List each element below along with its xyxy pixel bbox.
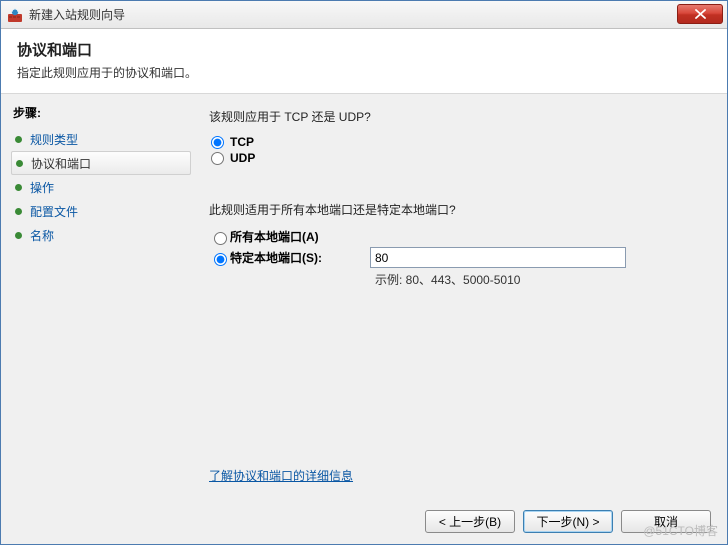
- step-rule-type[interactable]: 规则类型: [11, 127, 191, 151]
- steps-sidebar: 步骤: 规则类型 协议和端口 操作 配置文件 名称: [1, 94, 191, 498]
- radio-specific-ports-row: 特定本地端口(S):: [209, 247, 709, 268]
- radio-all-ports[interactable]: [214, 232, 227, 245]
- radio-tcp-label[interactable]: TCP: [230, 135, 254, 149]
- next-button[interactable]: 下一步(N) >: [523, 510, 613, 533]
- protocol-question: 该规则应用于 TCP 还是 UDP?: [209, 108, 709, 125]
- bullet-icon: [16, 160, 23, 167]
- page-title: 协议和端口: [17, 39, 711, 60]
- bullet-icon: [15, 136, 22, 143]
- radio-udp-label[interactable]: UDP: [230, 151, 255, 165]
- step-profile[interactable]: 配置文件: [11, 199, 191, 223]
- step-label: 规则类型: [30, 131, 78, 148]
- learn-more-link[interactable]: 了解协议和端口的详细信息: [209, 467, 353, 484]
- radio-specific-ports[interactable]: [214, 253, 227, 266]
- step-label: 配置文件: [30, 203, 78, 220]
- cancel-button[interactable]: 取消: [621, 510, 711, 533]
- step-label: 名称: [30, 227, 54, 244]
- radio-udp[interactable]: [211, 152, 224, 165]
- bullet-icon: [15, 208, 22, 215]
- back-button[interactable]: < 上一步(B): [425, 510, 515, 533]
- body: 步骤: 规则类型 协议和端口 操作 配置文件 名称: [1, 94, 727, 498]
- radio-tcp[interactable]: [211, 136, 224, 149]
- port-example: 示例: 80、443、5000-5010: [375, 271, 709, 288]
- specific-ports-input[interactable]: [370, 247, 626, 268]
- port-section: 此规则适用于所有本地端口还是特定本地端口? 所有本地端口(A) 特定本地端口(S…: [209, 201, 709, 288]
- step-protocol-port[interactable]: 协议和端口: [11, 151, 191, 175]
- page-subtitle: 指定此规则应用于的协议和端口。: [17, 64, 711, 81]
- steps-label: 步骤:: [11, 102, 191, 127]
- wizard-window: 新建入站规则向导 协议和端口 指定此规则应用于的协议和端口。 步骤: 规则类型 …: [0, 0, 728, 545]
- close-icon: [695, 9, 706, 19]
- content-pane: 该规则应用于 TCP 还是 UDP? TCP UDP 此规则适用于所有本地端口还…: [191, 94, 727, 498]
- footer: < 上一步(B) 下一步(N) > 取消 @51CTO博客: [1, 498, 727, 544]
- window-title: 新建入站规则向导: [29, 6, 125, 23]
- step-name[interactable]: 名称: [11, 223, 191, 247]
- port-question: 此规则适用于所有本地端口还是特定本地端口?: [209, 201, 709, 218]
- page-header: 协议和端口 指定此规则应用于的协议和端口。: [1, 29, 727, 94]
- close-button[interactable]: [677, 4, 723, 24]
- titlebar: 新建入站规则向导: [1, 1, 727, 29]
- step-label: 操作: [30, 179, 54, 196]
- step-label: 协议和端口: [31, 155, 91, 172]
- radio-specific-ports-label[interactable]: 特定本地端口(S):: [230, 249, 370, 266]
- bullet-icon: [15, 184, 22, 191]
- radio-udp-row: UDP: [209, 151, 709, 165]
- firewall-icon: [7, 7, 23, 23]
- step-action[interactable]: 操作: [11, 175, 191, 199]
- radio-tcp-row: TCP: [209, 135, 709, 149]
- radio-all-ports-row: 所有本地端口(A): [209, 228, 709, 245]
- bullet-icon: [15, 232, 22, 239]
- radio-all-ports-label[interactable]: 所有本地端口(A): [230, 228, 370, 245]
